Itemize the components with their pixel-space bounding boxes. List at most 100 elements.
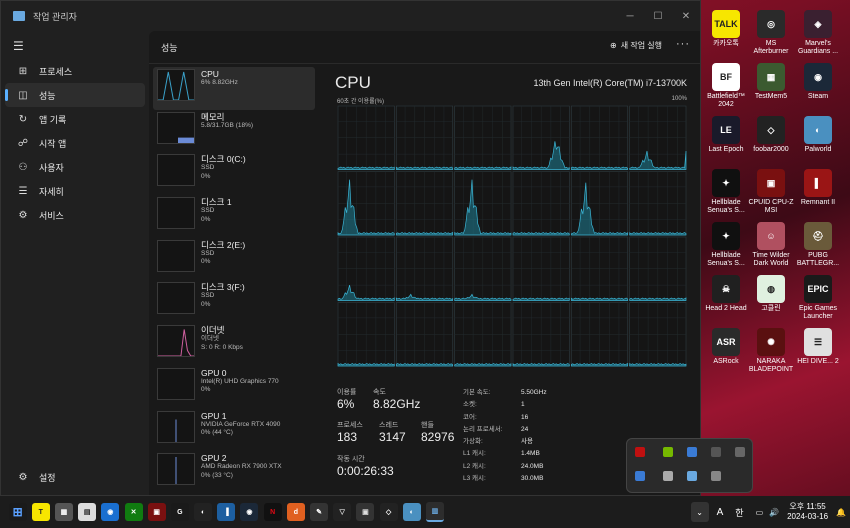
steam-taskbar-icon[interactable]: ◉ (240, 503, 259, 521)
desktop-shortcut[interactable]: ☰ HEI DIVE... 2 (795, 328, 841, 366)
pen-taskbar-icon[interactable]: ✎ (310, 503, 329, 521)
network-icon[interactable]: ▭ (756, 508, 764, 517)
device-thumbnail (157, 410, 195, 443)
app-icon: ✦ (712, 222, 740, 250)
triangle-taskbar-icon[interactable]: ▽ (333, 503, 352, 521)
amd-tray-icon[interactable] (635, 447, 645, 457)
bluetooth-tray-icon[interactable] (687, 447, 697, 457)
desktop-shortcut[interactable]: ASR ASRock (703, 328, 749, 366)
steam-tray-icon[interactable] (687, 471, 697, 481)
app-tray-icon[interactable] (711, 471, 721, 481)
desktop-shortcut[interactable]: ✦ Hellblade Senua's S... (703, 169, 749, 215)
volume-icon[interactable]: 🔊 (769, 508, 779, 517)
desktop-shortcut[interactable]: ⛑ PUBG BATTLEGR... (795, 222, 841, 268)
device-item[interactable]: GPU 1 NVIDIA GeForce RTX 4090 0% (44 °C) (153, 409, 315, 452)
calculator-taskbar-icon[interactable]: ▦ (54, 503, 73, 521)
desktop-shortcut[interactable]: BF Battlefield™ 2042 (703, 63, 749, 109)
app-icon: LE (712, 116, 740, 144)
sidebar-item-4[interactable]: ⚇ 사용자 (5, 155, 145, 179)
sidebar-item-5[interactable]: ☰ 자세히 (5, 179, 145, 203)
display-tray-icon[interactable] (635, 471, 645, 481)
core-graph (337, 105, 395, 170)
desktop-shortcut[interactable]: ✦ Hellblade Senua's S... (703, 222, 749, 268)
palworld-taskbar-icon[interactable]: ◐ (402, 503, 421, 521)
desktop-shortcut[interactable]: LE Last Epoch (703, 116, 749, 154)
desktop-shortcut[interactable]: ☺ Time Wilder Dark World (748, 222, 794, 268)
chevron-up-icon[interactable]: ⌄ (690, 502, 709, 522)
sidebar-item-label: 자세히 (39, 186, 64, 197)
device-thumbnail (157, 69, 195, 101)
game-taskbar-icon[interactable]: ▣ (147, 503, 166, 521)
desktop-shortcut[interactable]: ▦ TestMem5 (748, 63, 794, 101)
logitech-tray-icon[interactable] (711, 447, 721, 457)
uptime-stat: 작동 시간 0:00:26:33 (337, 456, 394, 478)
new-task-button[interactable]: ⊕ 새 작업 실행 (610, 40, 662, 51)
core-graph (454, 105, 512, 170)
sidebar-nav: ☰ ⊞ 프로세스 ◫ 성능 ↻ 앱 기록 ☍ 시작 앱 ⚇ 사용자 ☰ 자세히 ⚙ 서비스 ⚙ 설정 (1, 31, 149, 495)
ime-mode[interactable]: A (717, 507, 724, 518)
device-item[interactable]: CPU 6% 8.82GHz (153, 67, 315, 110)
desktop-shortcut[interactable]: ◐ Palworld (795, 116, 841, 154)
notification-bell-icon[interactable]: 🔔 (836, 508, 846, 517)
sidebar-item-6[interactable]: ⚙ 서비스 (5, 203, 145, 227)
device-item[interactable]: 메모리 5.8/31.7GB (18%) (153, 110, 315, 153)
desktop-shortcut[interactable]: ◇ foobar2000 (748, 116, 794, 154)
desktop-shortcut[interactable]: ◍ 고클린 (748, 275, 794, 313)
performance-icon: ◫ (18, 89, 28, 101)
device-item[interactable]: 디스크 2(E:) SSD 0% (153, 238, 315, 281)
xbox-taskbar-icon[interactable]: ✕ (124, 503, 143, 521)
device-item[interactable]: 디스크 0(C:) SSD 0% (153, 152, 315, 195)
sidebar-item-1[interactable]: ◫ 성능 (5, 83, 145, 107)
camera-taskbar-icon[interactable]: ▣ (356, 503, 375, 521)
maximize-icon[interactable]: ☐ (644, 1, 672, 31)
netflix-taskbar-icon[interactable]: N (263, 503, 282, 521)
device-item[interactable]: GPU 0 Intel(R) UHD Graphics 770 0% (153, 366, 315, 409)
taskbar: ⊞ T ▦ ▤ ◉ ✕ ▣ G ◐ ▐ ◉ N d ✎ ▽ ▣ ◇ ◐ ▥ ⌄ … (0, 496, 850, 528)
close-icon[interactable]: ✕ (672, 1, 700, 31)
logitech-taskbar-icon[interactable]: G (170, 503, 189, 521)
cpu-details-list: 기본 속도: 5.50GHz 소켓: 1 코어: 16 논리 프로세서: 24 가상화: 사용 L1… (463, 387, 547, 485)
nvidia-tray-icon[interactable] (663, 447, 673, 457)
minimize-icon[interactable]: ─ (616, 1, 644, 31)
sidebar-item-3[interactable]: ☍ 시작 앱 (5, 131, 145, 155)
language-indicator[interactable]: 한 (735, 506, 743, 519)
sidebar-item-settings[interactable]: ⚙ 설정 (5, 465, 145, 489)
start-button[interactable]: ⊞ (8, 503, 27, 521)
hamburger-menu-icon[interactable]: ☰ (1, 33, 149, 59)
network-tray-icon[interactable] (735, 447, 745, 457)
foobar-taskbar-icon[interactable]: ◇ (379, 503, 398, 521)
desktop-shortcut[interactable]: ✺ NARAKA BLADEPOINT (748, 328, 794, 374)
msi-taskbar-icon[interactable]: ▤ (78, 503, 97, 521)
task-manager-taskbar-icon[interactable]: ▥ (425, 502, 444, 522)
desktop-shortcut[interactable]: TALK 카카오톡 (703, 10, 749, 48)
clock[interactable]: 오후 11:55 2024-03-16 (787, 502, 828, 522)
desktop-shortcut[interactable]: EPIC Epic Games Launcher (795, 275, 841, 321)
desktop-shortcut[interactable]: ◉ Steam (795, 63, 841, 101)
app-icon: ☺ (757, 222, 785, 250)
core-usage-trace (570, 362, 629, 367)
sidebar-item-0[interactable]: ⊞ 프로세스 (5, 59, 145, 83)
browser-taskbar-icon[interactable]: ◉ (101, 503, 120, 521)
kakaotalk-taskbar-icon[interactable]: T (31, 503, 50, 521)
history-icon: ↻ (18, 113, 28, 125)
desktop-shortcut[interactable]: ▣ CPUID CPU-Z MSI (748, 169, 794, 215)
process-stat: 프로세스 183 (337, 422, 363, 444)
app-icon: ⛑ (804, 222, 832, 250)
desktop-shortcut[interactable]: ◈ Marvel's Guardians ... (795, 10, 841, 56)
obs-taskbar-icon[interactable]: ◐ (194, 503, 213, 521)
desktop-shortcut[interactable]: ☠ Head 2 Head (703, 275, 749, 313)
desktop-shortcut[interactable]: ◎ MS Afterburner (748, 10, 794, 56)
app-taskbar-icon[interactable]: ▐ (217, 503, 236, 521)
more-options-icon[interactable]: ··· (676, 38, 690, 50)
core-graph (570, 302, 629, 367)
device-item[interactable]: GPU 2 AMD Radeon RX 7900 XTX 0% (33 °C) (153, 451, 315, 494)
app-icon: ☰ (804, 328, 832, 356)
services-icon: ⚙ (18, 209, 28, 221)
device-item[interactable]: 디스크 3(F:) SSD 0% (153, 280, 315, 323)
device-item[interactable]: 이더넷 이더넷 S: 0 R: 0 Kbps (153, 323, 315, 366)
msi-tray-icon[interactable] (663, 471, 673, 481)
sidebar-item-2[interactable]: ↻ 앱 기록 (5, 107, 145, 131)
desktop-shortcut[interactable]: ▌ Remnant II (795, 169, 841, 207)
dts-taskbar-icon[interactable]: d (286, 503, 305, 521)
device-item[interactable]: 디스크 1 SSD 0% (153, 195, 315, 238)
